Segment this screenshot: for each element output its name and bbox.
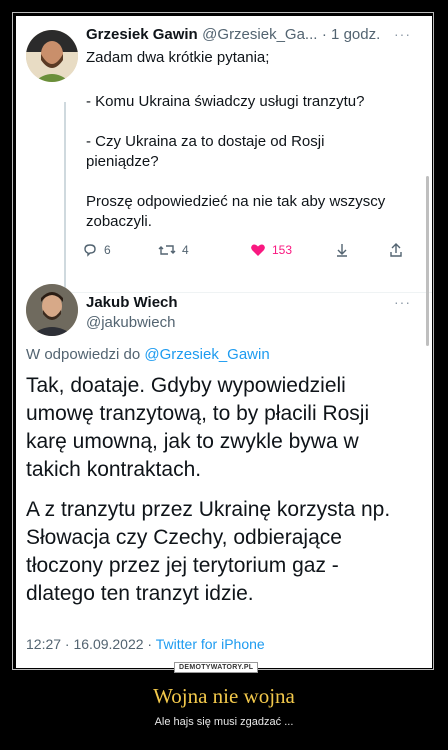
poster-subtitle: Ale hajs się musi zgadzać ... [154, 716, 294, 728]
reply-count: 6 [104, 243, 111, 257]
tweet2-author-handle[interactable]: @jakubwiech [86, 314, 178, 331]
tweet2-timestamp[interactable]: 12:27 · 16.09.2022 · [26, 636, 152, 652]
bookmark-button[interactable] [334, 242, 350, 258]
tweet2-meta: 12:27 · 16.09.2022 · Twitter for iPhone [26, 636, 265, 652]
thread-connector [64, 102, 66, 292]
scrollbar[interactable] [426, 176, 429, 346]
tweet-divider [32, 292, 432, 293]
tweet1-line: Proszę odpowiedzieć na nie tak aby wszys… [86, 193, 386, 210]
tweet1-time[interactable]: · 1 godz. [322, 26, 380, 43]
tweet2-line: takich kontraktach. [26, 458, 202, 481]
tweet2-paragraph-2: A z tranzytu przez Ukrainę korzysta np. … [26, 496, 406, 608]
avatar-jakub[interactable] [26, 284, 78, 336]
tweet2-line: umowę tranzytową, to by płacili Rosji [26, 402, 370, 425]
poster-title: Wojna nie wojna [153, 684, 295, 708]
more-icon[interactable]: ··· [394, 294, 411, 310]
avatar-grzesiek[interactable] [26, 30, 78, 82]
more-icon[interactable]: ··· [394, 26, 411, 42]
tweet1-line: - Komu Ukraina świadczy usługi tranzytu? [86, 93, 365, 110]
replying-to-link[interactable]: @Grzesiek_Gawin [144, 346, 269, 363]
tweet2-paragraph-1: Tak, doataje. Gdyby wypowiedzieli umowę … [26, 372, 406, 484]
heart-icon [251, 244, 265, 256]
tweet1-actions: 6 4 153 [82, 242, 402, 264]
tweet2-line: Tak, doataje. Gdyby wypowiedzieli [26, 374, 346, 397]
tweet2-line: A z tranzytu przez Ukrainę korzysta np. [26, 498, 391, 521]
tweet-screenshot: Grzesiek Gawin @Grzesiek_Ga... · 1 godz.… [16, 16, 432, 668]
reply-button[interactable]: 6 [82, 242, 111, 258]
retweet-icon [158, 245, 176, 255]
tweet2-source[interactable]: Twitter for iPhone [156, 636, 265, 652]
retweet-count: 4 [182, 243, 189, 257]
replying-to: W odpowiedzi do @Grzesiek_Gawin [26, 346, 270, 363]
share-icon [390, 243, 402, 257]
tweet1-author-handle[interactable]: @Grzesiek_Ga... [202, 26, 317, 43]
reply-icon [84, 244, 96, 257]
tweet2-line: dlatego ten tranzyt idzie. [26, 582, 254, 605]
tweet2-line: tłoczony przez jej terytorium gaz - [26, 554, 339, 577]
tweet2-author-name[interactable]: Jakub Wiech [86, 294, 178, 311]
site-watermark: DEMOTYWATORY.PL [174, 662, 259, 673]
tweet2-line: karę umowną, jak to zwykle bywa w [26, 430, 359, 453]
tweet1-line: zobaczyli. [86, 213, 152, 230]
like-count: 153 [272, 243, 293, 257]
tweet1-line: Zadam dwa krótkie pytania; [86, 49, 270, 66]
tweet1-author-name[interactable]: Grzesiek Gawin [86, 26, 198, 43]
bookmark-icon [337, 244, 347, 257]
tweet1-line: - Czy Ukraina za to dostaje od Rosji [86, 133, 325, 150]
tweet2-line: Słowacja czy Czechy, odbierające [26, 526, 342, 549]
share-button[interactable] [388, 242, 404, 258]
tweet2-header: Jakub Wiech @jakubwiech [86, 294, 178, 331]
tweet1-line: pieniądze? [86, 153, 159, 170]
replying-prefix: W odpowiedzi do [26, 346, 141, 363]
tweet1-header: Grzesiek Gawin @Grzesiek_Ga... · 1 godz. [86, 26, 380, 44]
retweet-button[interactable]: 4 [158, 242, 189, 258]
like-button[interactable]: 153 [250, 242, 292, 258]
